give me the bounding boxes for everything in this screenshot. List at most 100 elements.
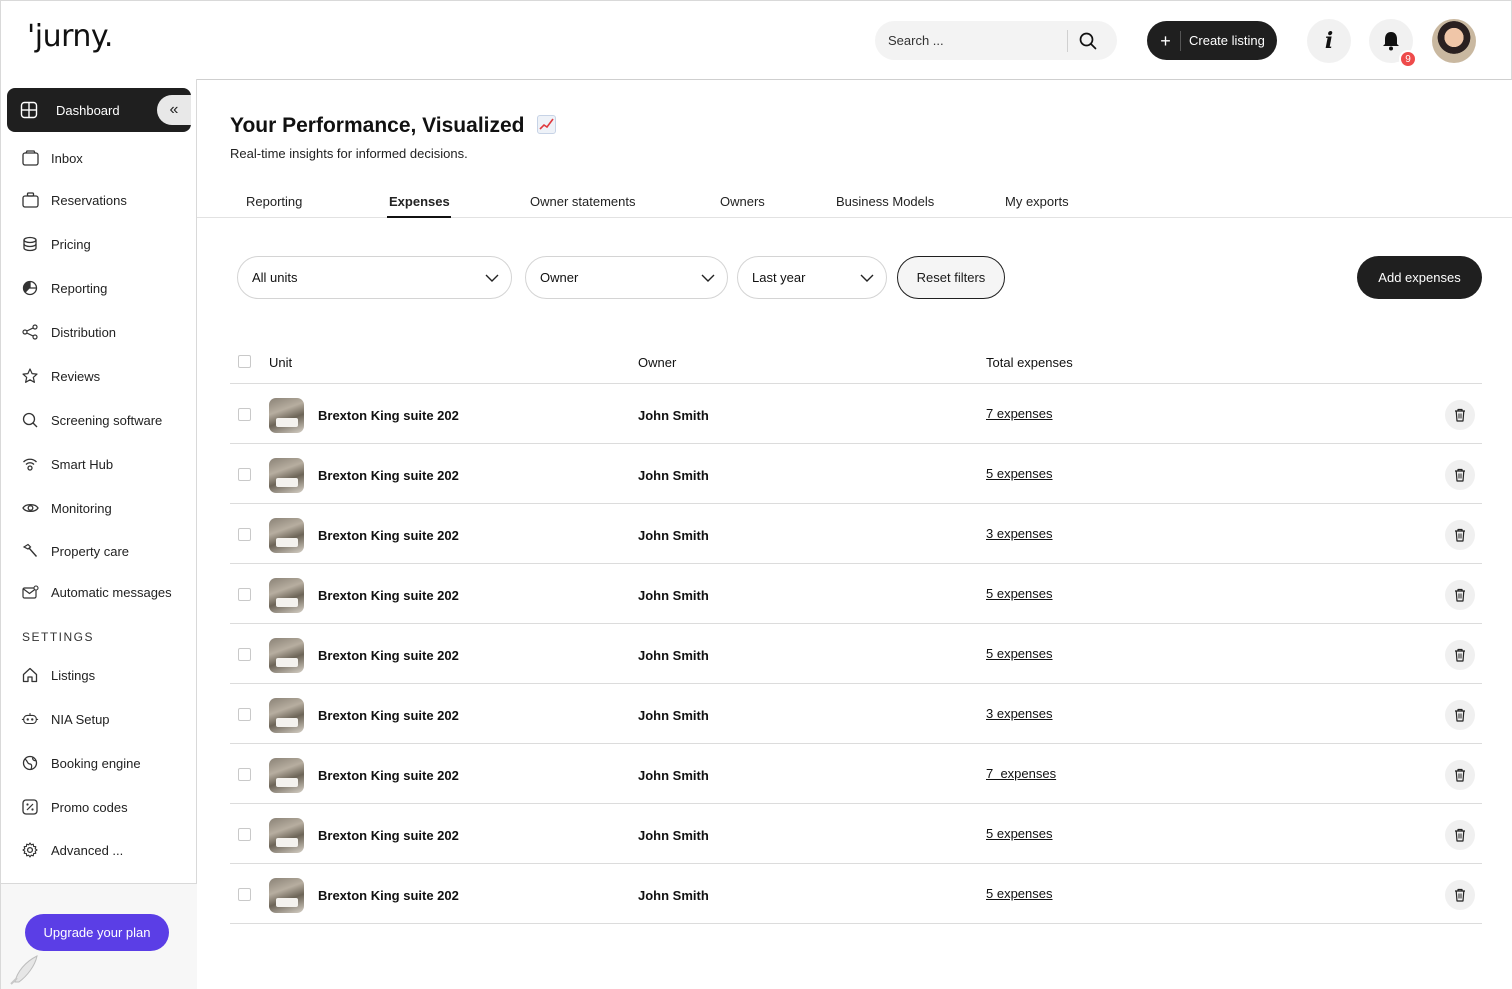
table-row[interactable]: Brexton King suite 202 John Smith 7 expens… (230, 744, 1482, 804)
search-icon (21, 411, 39, 429)
units-filter-dropdown[interactable]: All units (237, 256, 512, 299)
delete-button[interactable] (1445, 520, 1475, 550)
table-header: Unit Owner Total expenses (230, 340, 1482, 384)
settings-heading: SETTINGS (22, 630, 95, 644)
row-checkbox[interactable] (238, 648, 251, 661)
sidebar-item-label: Monitoring (51, 500, 112, 516)
sidebar-item-advanced[interactable]: Advanced ... (21, 839, 123, 861)
trash-icon (1455, 528, 1465, 542)
row-checkbox[interactable] (238, 588, 251, 601)
row-checkbox[interactable] (238, 768, 251, 781)
expenses-link[interactable]: 5 expenses (986, 466, 1053, 481)
delete-button[interactable] (1445, 580, 1475, 610)
sidebar-item-automatic-messages[interactable]: Automatic messages (21, 581, 172, 603)
unit-name[interactable]: Brexton King suite 202 (318, 768, 459, 783)
expenses-link[interactable]: 3 expenses (986, 706, 1053, 721)
expenses-link[interactable]: 5 expenses (986, 646, 1053, 661)
tab-business-models[interactable]: Business Models (836, 194, 934, 209)
reset-filters-button[interactable]: Reset filters (897, 256, 1005, 299)
table-row[interactable]: Brexton King suite 202 John Smith 3 expens… (230, 504, 1482, 564)
sidebar-item-pricing[interactable]: Pricing (21, 233, 91, 255)
unit-name[interactable]: Brexton King suite 202 (318, 888, 459, 903)
row-checkbox[interactable] (238, 468, 251, 481)
select-all-checkbox[interactable] (238, 355, 251, 368)
add-expenses-button[interactable]: Add expenses (1357, 256, 1482, 299)
sidebar-item-listings[interactable]: Listings (21, 664, 95, 686)
tab-reporting[interactable]: Reporting (246, 194, 302, 209)
expenses-link[interactable]: 5 expenses (986, 826, 1053, 841)
sidebar: Dashboard « Inbox Reservations Pricing R… (0, 79, 197, 989)
tab-owners[interactable]: Owners (720, 194, 765, 209)
delete-button[interactable] (1445, 760, 1475, 790)
table-row[interactable]: Brexton King suite 202 John Smith 5 expens… (230, 564, 1482, 624)
search-input[interactable] (875, 21, 1067, 60)
table-row[interactable]: Brexton King suite 202 John Smith 5 expens… (230, 864, 1482, 924)
expenses-link[interactable]: 7 expenses (986, 406, 1053, 421)
expenses-link[interactable]: 3 expenses (986, 526, 1053, 541)
row-checkbox[interactable] (238, 828, 251, 841)
sidebar-item-label: Reservations (51, 192, 127, 208)
row-checkbox[interactable] (238, 408, 251, 421)
delete-button[interactable] (1445, 640, 1475, 670)
sidebar-item-smart-hub[interactable]: Smart Hub (21, 453, 113, 475)
unit-name[interactable]: Brexton King suite 202 (318, 528, 459, 543)
sidebar-item-screening-software[interactable]: Screening software (21, 409, 162, 431)
delete-button[interactable] (1445, 880, 1475, 910)
tab-owner-statements[interactable]: Owner statements (530, 194, 636, 209)
sidebar-item-reviews[interactable]: Reviews (21, 365, 100, 387)
table-row[interactable]: Brexton King suite 202 John Smith 7 expens… (230, 384, 1482, 444)
sidebar-item-monitoring[interactable]: Monitoring (21, 497, 112, 519)
sidebar-item-property-care[interactable]: Property care (21, 540, 129, 562)
owner-name: John Smith (638, 528, 709, 543)
trash-icon (1455, 468, 1465, 482)
unit-name[interactable]: Brexton King suite 202 (318, 408, 459, 423)
sidebar-item-dashboard[interactable]: Dashboard « (7, 88, 191, 132)
search-divider (1067, 29, 1068, 52)
owner-name: John Smith (638, 768, 709, 783)
table-row[interactable]: Brexton King suite 202 John Smith 5 expens… (230, 624, 1482, 684)
unit-name[interactable]: Brexton King suite 202 (318, 468, 459, 483)
info-button[interactable]: i (1307, 19, 1351, 63)
delete-button[interactable] (1445, 700, 1475, 730)
unit-name[interactable]: Brexton King suite 202 (318, 648, 459, 663)
expenses-link[interactable]: 5 expenses (986, 886, 1053, 901)
unit-name[interactable]: Brexton King suite 202 (318, 588, 459, 603)
delete-button[interactable] (1445, 820, 1475, 850)
period-filter-dropdown[interactable]: Last year (737, 256, 887, 299)
mail-icon (21, 583, 39, 601)
sidebar-item-distribution[interactable]: Distribution (21, 321, 116, 343)
table-row[interactable]: Brexton King suite 202 John Smith 5 expens… (230, 444, 1482, 504)
row-checkbox[interactable] (238, 528, 251, 541)
sidebar-item-promo-codes[interactable]: Promo codes (21, 796, 128, 818)
delete-button[interactable] (1445, 400, 1475, 430)
table-row[interactable]: Brexton King suite 202 John Smith 3 expens… (230, 684, 1482, 744)
globe-icon (21, 754, 39, 772)
search-bar[interactable] (875, 21, 1117, 60)
jurny-logo[interactable]: 'jurny. (27, 19, 113, 54)
unit-name[interactable]: Brexton King suite 202 (318, 828, 459, 843)
delete-button[interactable] (1445, 460, 1475, 490)
search-icon[interactable] (1078, 31, 1098, 51)
tab-my-exports[interactable]: My exports (1005, 194, 1069, 209)
create-listing-button[interactable]: + Create listing (1147, 21, 1277, 60)
expenses-link[interactable]: 5 expenses (986, 586, 1053, 601)
coins-icon (21, 235, 39, 253)
expenses-link[interactable]: 7 expenses (986, 766, 1056, 781)
table-row[interactable]: Brexton King suite 202 John Smith 5 expens… (230, 804, 1482, 864)
collapse-sidebar-button[interactable]: « (157, 95, 191, 125)
user-avatar[interactable] (1432, 19, 1476, 63)
owner-filter-dropdown[interactable]: Owner (525, 256, 728, 299)
trash-icon (1455, 888, 1465, 902)
sidebar-item-reporting[interactable]: Reporting (21, 277, 107, 299)
row-checkbox[interactable] (238, 708, 251, 721)
percent-icon (21, 798, 39, 816)
tab-expenses[interactable]: Expenses (389, 194, 450, 209)
column-header-unit: Unit (269, 355, 293, 370)
sidebar-item-nia-setup[interactable]: NIA Setup (21, 708, 110, 730)
sidebar-item-booking-engine[interactable]: Booking engine (21, 752, 141, 774)
row-checkbox[interactable] (238, 888, 251, 901)
sidebar-item-inbox[interactable]: Inbox (21, 147, 83, 169)
unit-name[interactable]: Brexton King suite 202 (318, 708, 459, 723)
sidebar-item-reservations[interactable]: Reservations (21, 189, 127, 211)
sidebar-item-label: NIA Setup (51, 711, 110, 727)
